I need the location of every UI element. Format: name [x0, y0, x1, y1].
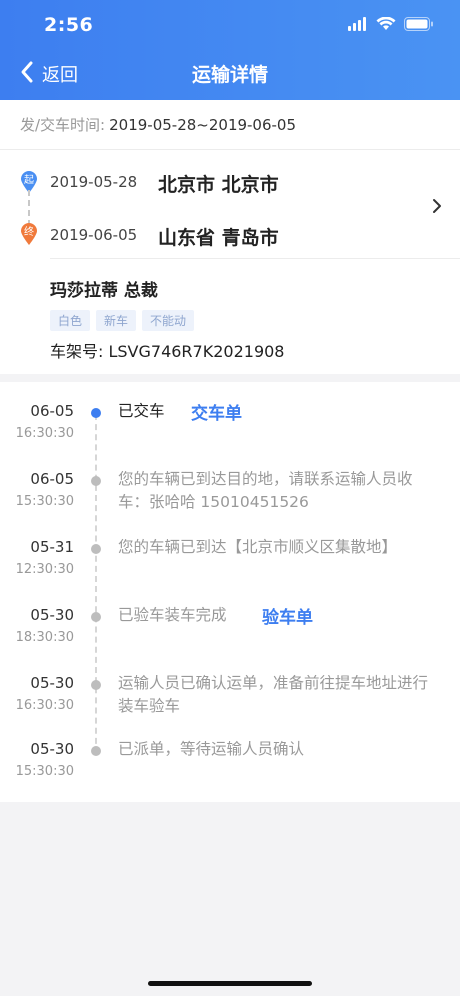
vehicle-name: 玛莎拉蒂 总裁	[50, 281, 158, 301]
divider	[50, 258, 460, 259]
timeline-dot	[91, 680, 101, 690]
end-place: 山东省 青岛市	[158, 227, 279, 249]
timeline-text: 已派单，等待运输人员确认	[118, 740, 305, 758]
end-date: 2019-06-05	[50, 226, 138, 244]
vehicle-tag: 白色	[50, 310, 91, 331]
timeline-date: 05-31	[30, 538, 74, 556]
timeline-date: 05-30	[30, 674, 74, 692]
start-pin-label: 起	[24, 174, 34, 186]
timeline-dot	[91, 746, 101, 756]
timeline-dot	[91, 612, 101, 622]
timeline-date: 05-30	[30, 606, 74, 624]
delivery-time-range: 发/交车时间: 2019-05-28~2019-06-05	[0, 100, 460, 150]
timeline-date: 06-05	[30, 470, 74, 488]
vehicle-tag: 新车	[96, 310, 137, 331]
vehicle-tags: 白色 新车 不能动	[50, 310, 195, 331]
timeline-time: 15:30:30	[15, 764, 74, 779]
end-pin-label: 终	[24, 225, 34, 238]
timeline-text: 您的车辆已到达目的地，请联系运输人员收车：张哈哈 15010451526	[118, 470, 413, 511]
vehicle-tag: 不能动	[142, 310, 195, 331]
status-time: 2:56	[44, 14, 94, 36]
chevron-right-icon	[432, 198, 442, 218]
timeline-dot	[91, 544, 101, 554]
timeline-dot	[91, 476, 101, 486]
timeline-text: 您的车辆已到达【北京市顺义区集散地】	[118, 538, 398, 556]
timeline-text: 已交车	[118, 402, 165, 420]
end-pin-icon: 终	[20, 222, 38, 246]
signal-icon	[348, 16, 368, 35]
inspection-note-link[interactable]: 验车单	[262, 603, 313, 628]
timeline-time: 12:30:30	[15, 562, 74, 577]
timeline-time: 16:30:30	[15, 698, 74, 713]
app-header: 2:56 返回 运输详情	[0, 0, 460, 100]
timeline-line	[95, 414, 97, 754]
timeline-dot	[91, 408, 101, 418]
timeline-date: 06-05	[30, 402, 74, 420]
time-range-value: 2019-05-28~2019-06-05	[109, 115, 297, 134]
wifi-icon	[376, 16, 396, 35]
vin-number: 车架号: LSVG746R7K2021908	[50, 342, 285, 361]
transport-timeline: 06-05 16:30:30 已交车 交车单 06-05 15:30:30 您的…	[0, 382, 460, 802]
route-connector	[28, 190, 30, 226]
delivery-note-link[interactable]: 交车单	[191, 399, 242, 424]
timeline-time: 18:30:30	[15, 630, 74, 645]
start-date: 2019-05-28	[50, 173, 138, 191]
battery-icon	[404, 16, 434, 35]
home-indicator	[148, 981, 312, 986]
time-range-label: 发/交车时间:	[20, 116, 106, 134]
route-card[interactable]: 起 2019-05-28 北京市 北京市 终 2019-06-05 山东省 青岛…	[0, 150, 460, 374]
start-place: 北京市 北京市	[158, 174, 279, 196]
timeline-time: 15:30:30	[15, 494, 74, 509]
timeline-text: 运输人员已确认运单，准备前往提车地址进行装车验车	[118, 674, 429, 715]
status-icons	[348, 16, 434, 35]
timeline-time: 16:30:30	[15, 426, 74, 441]
timeline-date: 05-30	[30, 740, 74, 758]
page-title: 运输详情	[191, 64, 268, 86]
